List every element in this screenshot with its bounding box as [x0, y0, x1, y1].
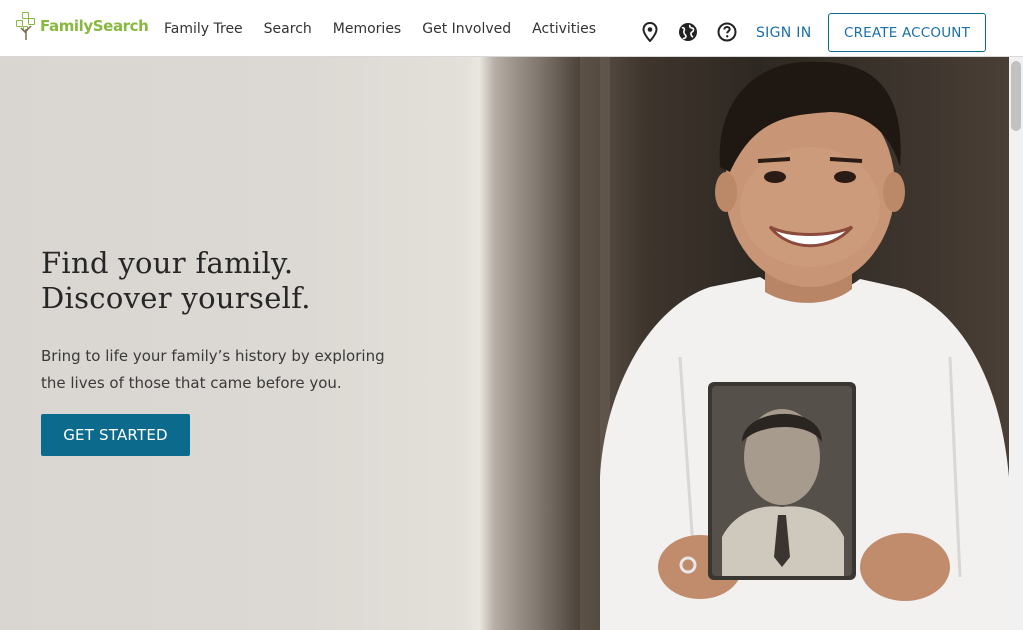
nav-memories[interactable]: Memories: [333, 21, 401, 37]
page-scrollbar[interactable]: [1009, 57, 1023, 630]
logo-text: FamilySearch: [40, 17, 149, 35]
sign-in-link[interactable]: SIGN IN: [756, 25, 812, 41]
tree-logo-icon: [16, 11, 38, 41]
familysearch-logo[interactable]: FamilySearch: [16, 9, 149, 43]
globe-icon[interactable]: [678, 22, 698, 42]
help-icon[interactable]: [717, 22, 737, 42]
nav-search[interactable]: Search: [264, 21, 312, 37]
hero-subtext: Bring to life your family’s history by e…: [41, 343, 421, 397]
create-account-button[interactable]: CREATE ACCOUNT: [828, 13, 986, 52]
hero-photo-boy-holding-portrait: [580, 57, 1009, 630]
get-started-button[interactable]: GET STARTED: [41, 414, 190, 456]
site-header: FamilySearch Family Tree Search Memories…: [0, 0, 1023, 57]
subtext-line-2: the lives of those that came before you.: [41, 374, 342, 392]
headline-line-1: Find your family.: [41, 246, 294, 280]
nav-activities[interactable]: Activities: [532, 21, 596, 37]
subtext-line-1: Bring to life your family’s history by e…: [41, 347, 385, 365]
nav-get-involved[interactable]: Get Involved: [422, 21, 511, 37]
main-nav: Family Tree Search Memories Get Involved…: [164, 0, 617, 57]
scrollbar-thumb[interactable]: [1011, 61, 1021, 131]
location-pin-icon[interactable]: [640, 22, 660, 42]
hero-headline: Find your family. Discover yourself.: [41, 246, 311, 316]
hero-banner: Find your family. Discover yourself. Bri…: [0, 57, 1009, 630]
nav-family-tree[interactable]: Family Tree: [164, 21, 243, 37]
headline-line-2: Discover yourself.: [41, 281, 311, 315]
